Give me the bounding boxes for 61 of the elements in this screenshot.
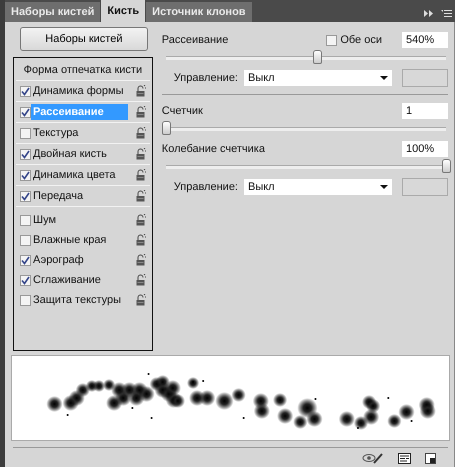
lock-icon[interactable] (136, 85, 146, 97)
grid-icon[interactable] (398, 452, 411, 464)
checkbox[interactable] (20, 234, 31, 246)
checkbox[interactable] (326, 34, 338, 46)
menu-icon[interactable] (441, 10, 452, 17)
both-axes-label: Обе оси (340, 34, 382, 46)
tab[interactable]: Кисть (101, 0, 146, 22)
color-swatch[interactable] (402, 69, 448, 87)
lock-icon[interactable] (136, 190, 146, 202)
checkbox[interactable] (20, 106, 31, 118)
value-field[interactable]: 1 (402, 103, 448, 119)
brush-tip-shape-heading[interactable]: Форма отпечатка кисти (16, 62, 150, 80)
brush-option-item[interactable]: Влажные края (31, 232, 128, 248)
lock-icon[interactable] (136, 294, 146, 306)
brush-option-item[interactable]: Защита текстуры (31, 292, 128, 308)
checkbox[interactable] (20, 148, 31, 160)
brush-option-item[interactable]: Динамика цвета (31, 167, 128, 183)
brush-option-item[interactable]: Шум (31, 212, 128, 228)
setting-label: Рассеивание (162, 34, 230, 46)
value-field[interactable]: 540% (402, 32, 448, 48)
brush-option-item[interactable]: Динамика формы (31, 83, 128, 99)
value-field[interactable]: 100% (402, 141, 448, 157)
brush-option-item[interactable]: Текстура (31, 125, 128, 141)
control-label: Управление: (174, 181, 238, 193)
lock-icon[interactable] (136, 169, 146, 181)
checkbox[interactable] (20, 294, 31, 306)
lock-icon[interactable] (136, 254, 146, 266)
checkbox[interactable] (20, 254, 31, 266)
collapse-icon[interactable] (424, 10, 434, 17)
checkbox[interactable] (20, 86, 31, 96)
slider-thumb[interactable] (162, 121, 171, 135)
brush-option-item[interactable]: Двойная кисть (31, 146, 128, 162)
lock-icon[interactable] (136, 234, 146, 246)
caret-icon[interactable] (380, 185, 388, 189)
checkbox[interactable] (20, 170, 31, 180)
lock-icon[interactable] (136, 127, 146, 139)
lock-icon[interactable] (136, 214, 146, 226)
brush-option-item[interactable]: Передача (31, 188, 128, 204)
lock-icon[interactable] (136, 148, 146, 160)
tab[interactable]: Источник клонов (146, 2, 252, 22)
control-dropdown[interactable]: Выкл (244, 70, 392, 86)
tab[interactable]: Наборы кистей (5, 2, 100, 22)
setting-label: Счетчик (162, 105, 204, 117)
brush-presets-button[interactable]: Наборы кистей (20, 27, 148, 51)
checkbox[interactable] (20, 128, 31, 138)
control-label: Управление: (174, 72, 238, 84)
lock-icon[interactable] (136, 274, 146, 286)
new-preset-icon[interactable] (425, 452, 436, 464)
checkbox[interactable] (20, 214, 31, 226)
checkbox[interactable] (20, 190, 31, 202)
eye-brush-icon[interactable] (362, 452, 384, 464)
control-dropdown[interactable]: Выкл (244, 179, 392, 195)
slider-thumb[interactable] (313, 50, 322, 64)
lock-icon[interactable] (136, 106, 146, 118)
color-swatch[interactable] (402, 178, 448, 196)
caret-icon[interactable] (380, 76, 388, 80)
brush-option-item[interactable]: Сглаживание (31, 272, 128, 288)
brush-option-item[interactable]: Аэрограф (31, 252, 128, 268)
checkbox[interactable] (20, 274, 31, 286)
slider-thumb[interactable] (442, 159, 451, 173)
setting-label: Колебание счетчика (162, 143, 266, 155)
